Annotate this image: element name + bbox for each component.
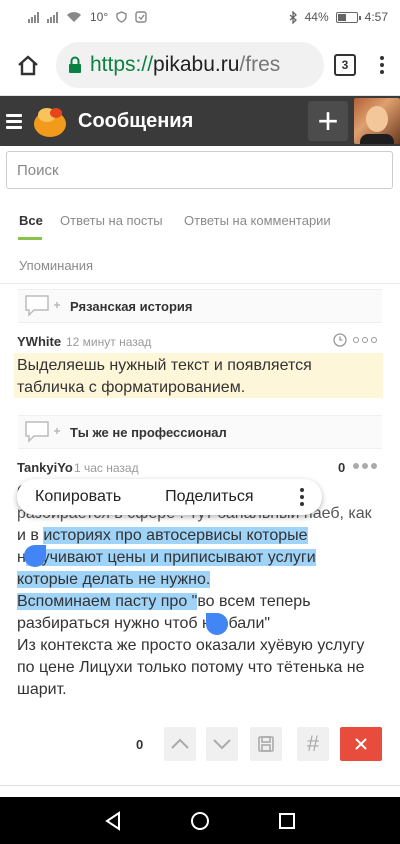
share-button[interactable]: Поделиться [165, 488, 253, 506]
tab-post-replies[interactable]: Ответы на посты [60, 213, 163, 228]
chevron-up-icon [171, 738, 189, 749]
signal-2-icon [47, 11, 58, 23]
comment-line: и в историях про автосервисы которые [17, 525, 387, 547]
comment-author[interactable]: TankyiYo [17, 460, 73, 475]
status-bar: 10° 44% 4:57 [0, 0, 400, 34]
comment-author[interactable]: YWhite [17, 334, 61, 349]
home-button[interactable] [10, 47, 46, 83]
browser-menu-button[interactable] [374, 55, 390, 74]
downvote-button[interactable] [206, 727, 238, 761]
comment-line: Вспоминаем пасту про "во всем теперь [17, 591, 387, 613]
clock-icon [333, 333, 347, 347]
tab-switcher-button[interactable]: 3 [334, 53, 356, 76]
comment-time: 1 час назад [74, 461, 139, 475]
post-link-row[interactable]: Рязанская история [18, 289, 382, 323]
status-left: 10° [28, 10, 147, 24]
more-icon[interactable] [300, 488, 304, 506]
selected-text[interactable]: кручивают цены и приписывают услуги [25, 549, 316, 566]
bluetooth-icon [289, 10, 297, 24]
more-options-icon[interactable] [353, 463, 377, 469]
add-button[interactable]: + [308, 101, 348, 141]
url-scheme: https:// [90, 52, 154, 76]
comment-plus-icon [18, 415, 62, 449]
url-path: /fres [239, 52, 281, 76]
network-label: 10° [90, 10, 109, 24]
tab-all[interactable]: Все [19, 213, 43, 228]
selected-text[interactable]: Вспоминаем пасту про " [17, 593, 198, 610]
footer-divider [0, 785, 400, 797]
selected-text[interactable]: которые делать не нужно. [17, 571, 211, 588]
vote-count: 0 [136, 737, 144, 752]
post-title: Рязанская история [70, 298, 193, 314]
chevron-down-icon [213, 739, 231, 750]
search-input[interactable]: Поиск [6, 151, 393, 189]
shield-icon [116, 11, 127, 23]
hashtag-icon: # [306, 731, 320, 756]
home-circle-icon[interactable] [190, 811, 210, 831]
text-selection-menu: Копировать Поделиться [17, 479, 322, 515]
status-right: 44% 4:57 [289, 10, 388, 24]
comment-rating: 0 [338, 460, 346, 475]
battery-percent: 44% [304, 10, 329, 24]
home-icon [18, 54, 38, 75]
tab-mentions[interactable]: Упоминания [19, 258, 93, 273]
selection-start-handle[interactable] [24, 545, 46, 567]
comment-text: Выделяешь нужный текст и появляется табл… [17, 355, 377, 399]
wifi-icon [67, 12, 81, 22]
notification-icon [135, 11, 147, 23]
comment-line: Выделяешь нужный текст и появляется [17, 357, 312, 374]
comment-line: по цене Лицухи только потому что тётеньк… [17, 659, 365, 676]
comment-plus-icon [18, 289, 62, 323]
text-plain: разбираться нужно чтоб [17, 615, 198, 632]
pikabu-logo-icon[interactable] [32, 103, 68, 139]
clock: 4:57 [364, 10, 388, 24]
post-link-row[interactable]: Ты же не профессионал [18, 415, 382, 449]
close-button[interactable] [340, 727, 382, 761]
comment-line: разбираться нужно чтоб наебали" [17, 613, 387, 635]
hamburger-menu-icon[interactable] [6, 113, 22, 129]
user-avatar[interactable] [354, 98, 400, 144]
signal-icon [28, 11, 39, 23]
save-icon [258, 736, 274, 752]
recents-icon[interactable] [278, 812, 296, 830]
text-plain: и в [17, 527, 44, 544]
divider [0, 283, 400, 284]
tab-comment-replies[interactable]: Ответы на комментарии [184, 213, 331, 228]
comment-line: Из контекста же просто оказали хуёвую ус… [17, 637, 365, 654]
back-icon[interactable] [104, 810, 122, 831]
copy-button[interactable]: Копировать [35, 488, 121, 506]
more-options-icon[interactable] [353, 337, 377, 343]
upvote-button[interactable] [164, 727, 196, 761]
comment-line: которые делать не нужно. [17, 569, 387, 591]
browser-toolbar: https://pikabu.ru/fres 3 [0, 34, 400, 96]
page-title: Сообщения [78, 109, 194, 132]
app-header: Сообщения + [0, 96, 400, 146]
close-icon [355, 738, 367, 750]
comment-line: шарит. [17, 681, 67, 698]
comment-line: табличка с форматированием. [17, 379, 246, 396]
hashtag-button[interactable]: # [297, 727, 329, 761]
post-title: Ты же не профессионал [70, 424, 227, 440]
active-tab-indicator [18, 237, 42, 240]
selection-end-handle[interactable] [206, 613, 228, 635]
selected-text[interactable]: историях про автосервисы которые [43, 527, 308, 544]
text-plain: во всем теперь [197, 593, 311, 610]
battery-icon [335, 11, 361, 23]
save-button[interactable] [250, 727, 282, 761]
comment-time: 12 минут назад [66, 335, 152, 349]
system-nav-bar [0, 797, 400, 844]
url-host: pikabu.ru [153, 52, 240, 76]
comment-line: нкручивают цены и приписывают услуги [17, 547, 387, 569]
lock-icon [69, 56, 81, 73]
address-bar[interactable]: https://pikabu.ru/fres [56, 41, 324, 88]
